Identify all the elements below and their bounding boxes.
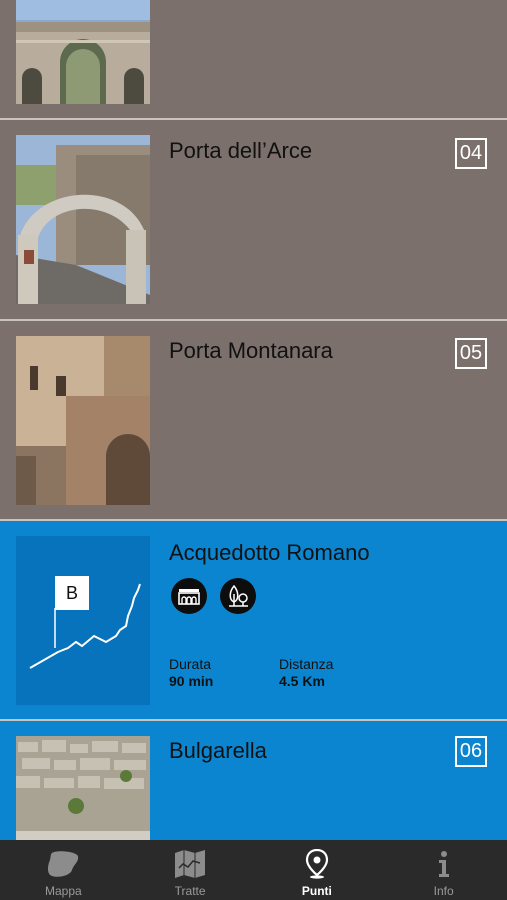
trees-icon	[220, 578, 256, 614]
item-title: Acquedotto Romano	[169, 540, 370, 565]
info-icon	[434, 850, 454, 878]
list-item[interactable]: Porta Montanara 05	[0, 321, 507, 519]
thumbnail-image	[16, 736, 150, 840]
item-number-badge: 04	[455, 138, 487, 169]
folded-map-icon	[174, 850, 206, 878]
tab-mappa[interactable]: Mappa	[0, 840, 127, 900]
tab-bar: Mappa Tratte Punti Info	[0, 840, 507, 900]
distance-label: Distanza	[279, 656, 334, 672]
list-item[interactable]: Porta dell’Arce 04	[0, 120, 507, 319]
location-pin-icon	[305, 849, 329, 879]
tab-tratte[interactable]: Tratte	[127, 840, 254, 900]
thumbnail-image	[16, 135, 150, 304]
aqueduct-icon	[171, 578, 207, 614]
list-item[interactable]	[0, 0, 507, 118]
route-item-selected[interactable]: B Acquedotto Romano Durata 90 min Distan…	[0, 521, 507, 719]
item-title: Porta dell’Arce	[169, 138, 313, 163]
tab-label: Tratte	[174, 884, 206, 898]
item-title: Porta Montanara	[169, 338, 333, 363]
distance-value: 4.5 Km	[279, 673, 325, 689]
tab-label: Punti	[301, 884, 332, 898]
tab-label: Mappa	[45, 884, 82, 898]
map-shape-icon	[46, 850, 80, 878]
points-list[interactable]: Porta dell’Arce 04 Porta Montanara 05 B …	[0, 0, 507, 840]
duration-value: 90 min	[169, 673, 214, 689]
item-number-badge: 05	[455, 338, 487, 369]
route-profile-chart: B	[16, 536, 150, 705]
thumbnail-image	[16, 0, 150, 104]
route-marker-label: B	[65, 582, 78, 603]
thumbnail-image	[16, 336, 150, 505]
tab-info[interactable]: Info	[380, 840, 507, 900]
tab-label: Info	[433, 884, 454, 898]
list-item[interactable]: Bulgarella 06	[0, 721, 507, 840]
tab-punti[interactable]: Punti	[254, 840, 381, 900]
duration-label: Durata	[169, 656, 212, 672]
item-title: Bulgarella	[169, 738, 267, 763]
item-number-badge: 06	[455, 736, 487, 767]
